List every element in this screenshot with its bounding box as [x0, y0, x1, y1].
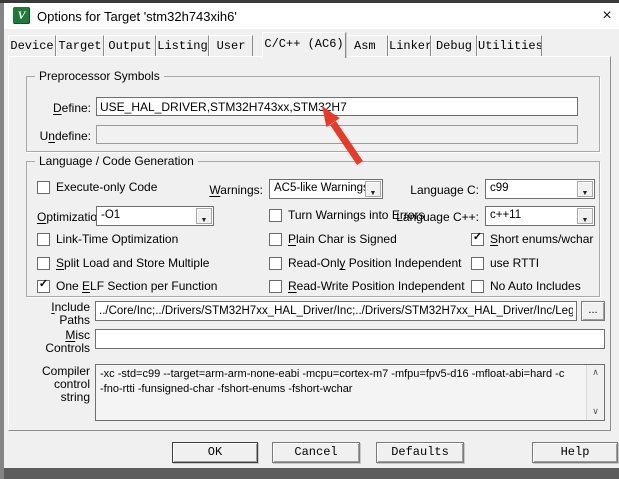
preprocessor-symbols-group: Preprocessor Symbols Define: Undefine: [26, 76, 600, 152]
checkbox-execute-only-code[interactable]: ✓ Execute-only Code [37, 180, 157, 194]
compiler-control-string-box[interactable]: -xc -std=c99 --target=arm-arm-none-eabi … [95, 364, 605, 421]
checkbox-plain-char-is-signed[interactable]: ✓ Plain Char is Signed [269, 232, 397, 246]
checkbox-read-write-position-independent[interactable]: ✓ Read-Write Position Independent [269, 279, 465, 293]
uvision-logo-icon: V [13, 7, 30, 24]
scroll-down-icon[interactable]: ∨ [587, 405, 604, 419]
cancel-button[interactable]: Cancel [272, 442, 360, 463]
checkbox-box: ✓ [37, 280, 50, 293]
scroll-up-icon[interactable]: ∧ [587, 366, 604, 380]
checkbox-box: ✓ [269, 233, 282, 246]
language-c-label: Language C: [327, 183, 479, 197]
language-cpp-label: Language C++: [327, 210, 479, 224]
language-code-generation-group: Language / Code Generation ✓ Execute-onl… [26, 161, 600, 297]
defaults-button[interactable]: Defaults [376, 442, 464, 463]
misc-controls-label-line1: Misc [30, 328, 90, 342]
tab-c-cpp-ac6[interactable]: C/C++ (AC6) [262, 32, 346, 58]
dialog-title: Options for Target 'stm32h743xih6' [37, 9, 237, 24]
tab-utilities[interactable]: Utilities [477, 35, 542, 56]
checkbox-box: ✓ [269, 280, 282, 293]
browse-include-paths-button[interactable]: ... [581, 301, 605, 321]
language-code-generation-legend: Language / Code Generation [35, 154, 198, 168]
checkbox-box: ✓ [471, 257, 484, 270]
checkbox-box: ✓ [269, 257, 282, 270]
tab-device[interactable]: Device [8, 35, 56, 56]
dropdown-arrow-icon[interactable]: ▼ [577, 181, 593, 197]
compiler-string-label-line3: string [26, 390, 90, 404]
define-label: Define: [33, 101, 91, 115]
checkbox-label: Read-Write Position Independent [288, 279, 465, 293]
tab-target[interactable]: Target [56, 35, 104, 56]
checkmark-icon: ✓ [471, 231, 484, 244]
checkbox-label: No Auto Includes [490, 279, 581, 293]
undefine-input[interactable] [96, 125, 578, 144]
checkbox-use-rtti[interactable]: ✓ use RTTI [471, 256, 539, 270]
checkbox-short-enums-wchar[interactable]: ✓ Short enums/wchar [471, 232, 593, 246]
optimization-value: -O1 [101, 209, 120, 221]
checkbox-box: ✓ [37, 181, 50, 194]
checkbox-split-load-store-multiple[interactable]: ✓ Split Load and Store Multiple [37, 256, 209, 270]
options-for-target-dialog: V Options for Target 'stm32h743xih6' × D… [4, 3, 619, 468]
title-bar[interactable]: V Options for Target 'stm32h743xih6' × [4, 3, 619, 29]
compiler-string-label-line1: Compiler [26, 364, 90, 378]
checkbox-one-elf-section-per-function[interactable]: ✓ One ELF Section per Function [37, 279, 217, 293]
checkbox-label: Split Load and Store Multiple [56, 256, 209, 270]
checkbox-box: ✓ [37, 233, 50, 246]
language-cpp-select[interactable]: c++11 ▼ [485, 206, 595, 226]
misc-controls-label-line2: Controls [30, 341, 90, 355]
close-icon[interactable]: × [596, 5, 618, 27]
include-paths-label-line1: Include [30, 300, 90, 314]
define-input[interactable] [96, 97, 578, 116]
checkbox-label: Read-Only Position Independent [288, 256, 461, 270]
help-button[interactable]: Help [532, 442, 618, 463]
tab-listing[interactable]: Listing [156, 35, 209, 56]
dropdown-arrow-icon[interactable]: ▼ [196, 208, 212, 224]
optimization-select[interactable]: -O1 ▼ [96, 206, 214, 226]
checkbox-box: ✓ [471, 233, 484, 246]
tab-linker[interactable]: Linker [388, 35, 431, 56]
compiler-string-label-line2: control [26, 377, 90, 391]
checkbox-label: Plain Char is Signed [288, 232, 397, 246]
checkbox-box: ✓ [471, 280, 484, 293]
checkbox-read-only-position-independent[interactable]: ✓ Read-Only Position Independent [269, 256, 461, 270]
undefine-label: Undefine: [33, 129, 91, 143]
checkbox-label: One ELF Section per Function [56, 279, 217, 293]
checkbox-link-time-optimization[interactable]: ✓ Link-Time Optimization [37, 232, 178, 246]
include-paths-input[interactable] [95, 301, 577, 321]
misc-controls-input[interactable] [95, 329, 605, 349]
compiler-control-string-value: -xc -std=c99 --target=arm-arm-none-eabi … [100, 367, 584, 418]
warnings-label: Warnings: [157, 183, 263, 197]
compiler-string-scrollbar[interactable]: ∧ ∨ [586, 365, 604, 420]
window-bottom-edge [4, 468, 619, 479]
tab-debug[interactable]: Debug [431, 35, 477, 56]
language-cpp-value: c++11 [490, 209, 521, 221]
checkbox-label: use RTTI [490, 256, 539, 270]
checkbox-label: Link-Time Optimization [56, 232, 178, 246]
include-paths-label-line2: Paths [30, 313, 90, 327]
checkbox-label: Execute-only Code [56, 180, 157, 194]
tab-output[interactable]: Output [104, 35, 156, 56]
tab-asm[interactable]: Asm [346, 35, 388, 56]
tab-user[interactable]: User [209, 35, 253, 56]
preprocessor-symbols-legend: Preprocessor Symbols [35, 69, 164, 83]
checkbox-no-auto-includes[interactable]: ✓ No Auto Includes [471, 279, 581, 293]
checkmark-icon: ✓ [37, 278, 50, 291]
checkbox-box: ✓ [269, 209, 282, 222]
language-c-value: c99 [490, 182, 509, 194]
language-c-select[interactable]: c99 ▼ [485, 179, 595, 199]
ok-button[interactable]: OK [172, 442, 258, 463]
dropdown-arrow-icon[interactable]: ▼ [577, 208, 593, 224]
checkbox-label: Short enums/wchar [490, 232, 593, 246]
checkbox-box: ✓ [37, 257, 50, 270]
